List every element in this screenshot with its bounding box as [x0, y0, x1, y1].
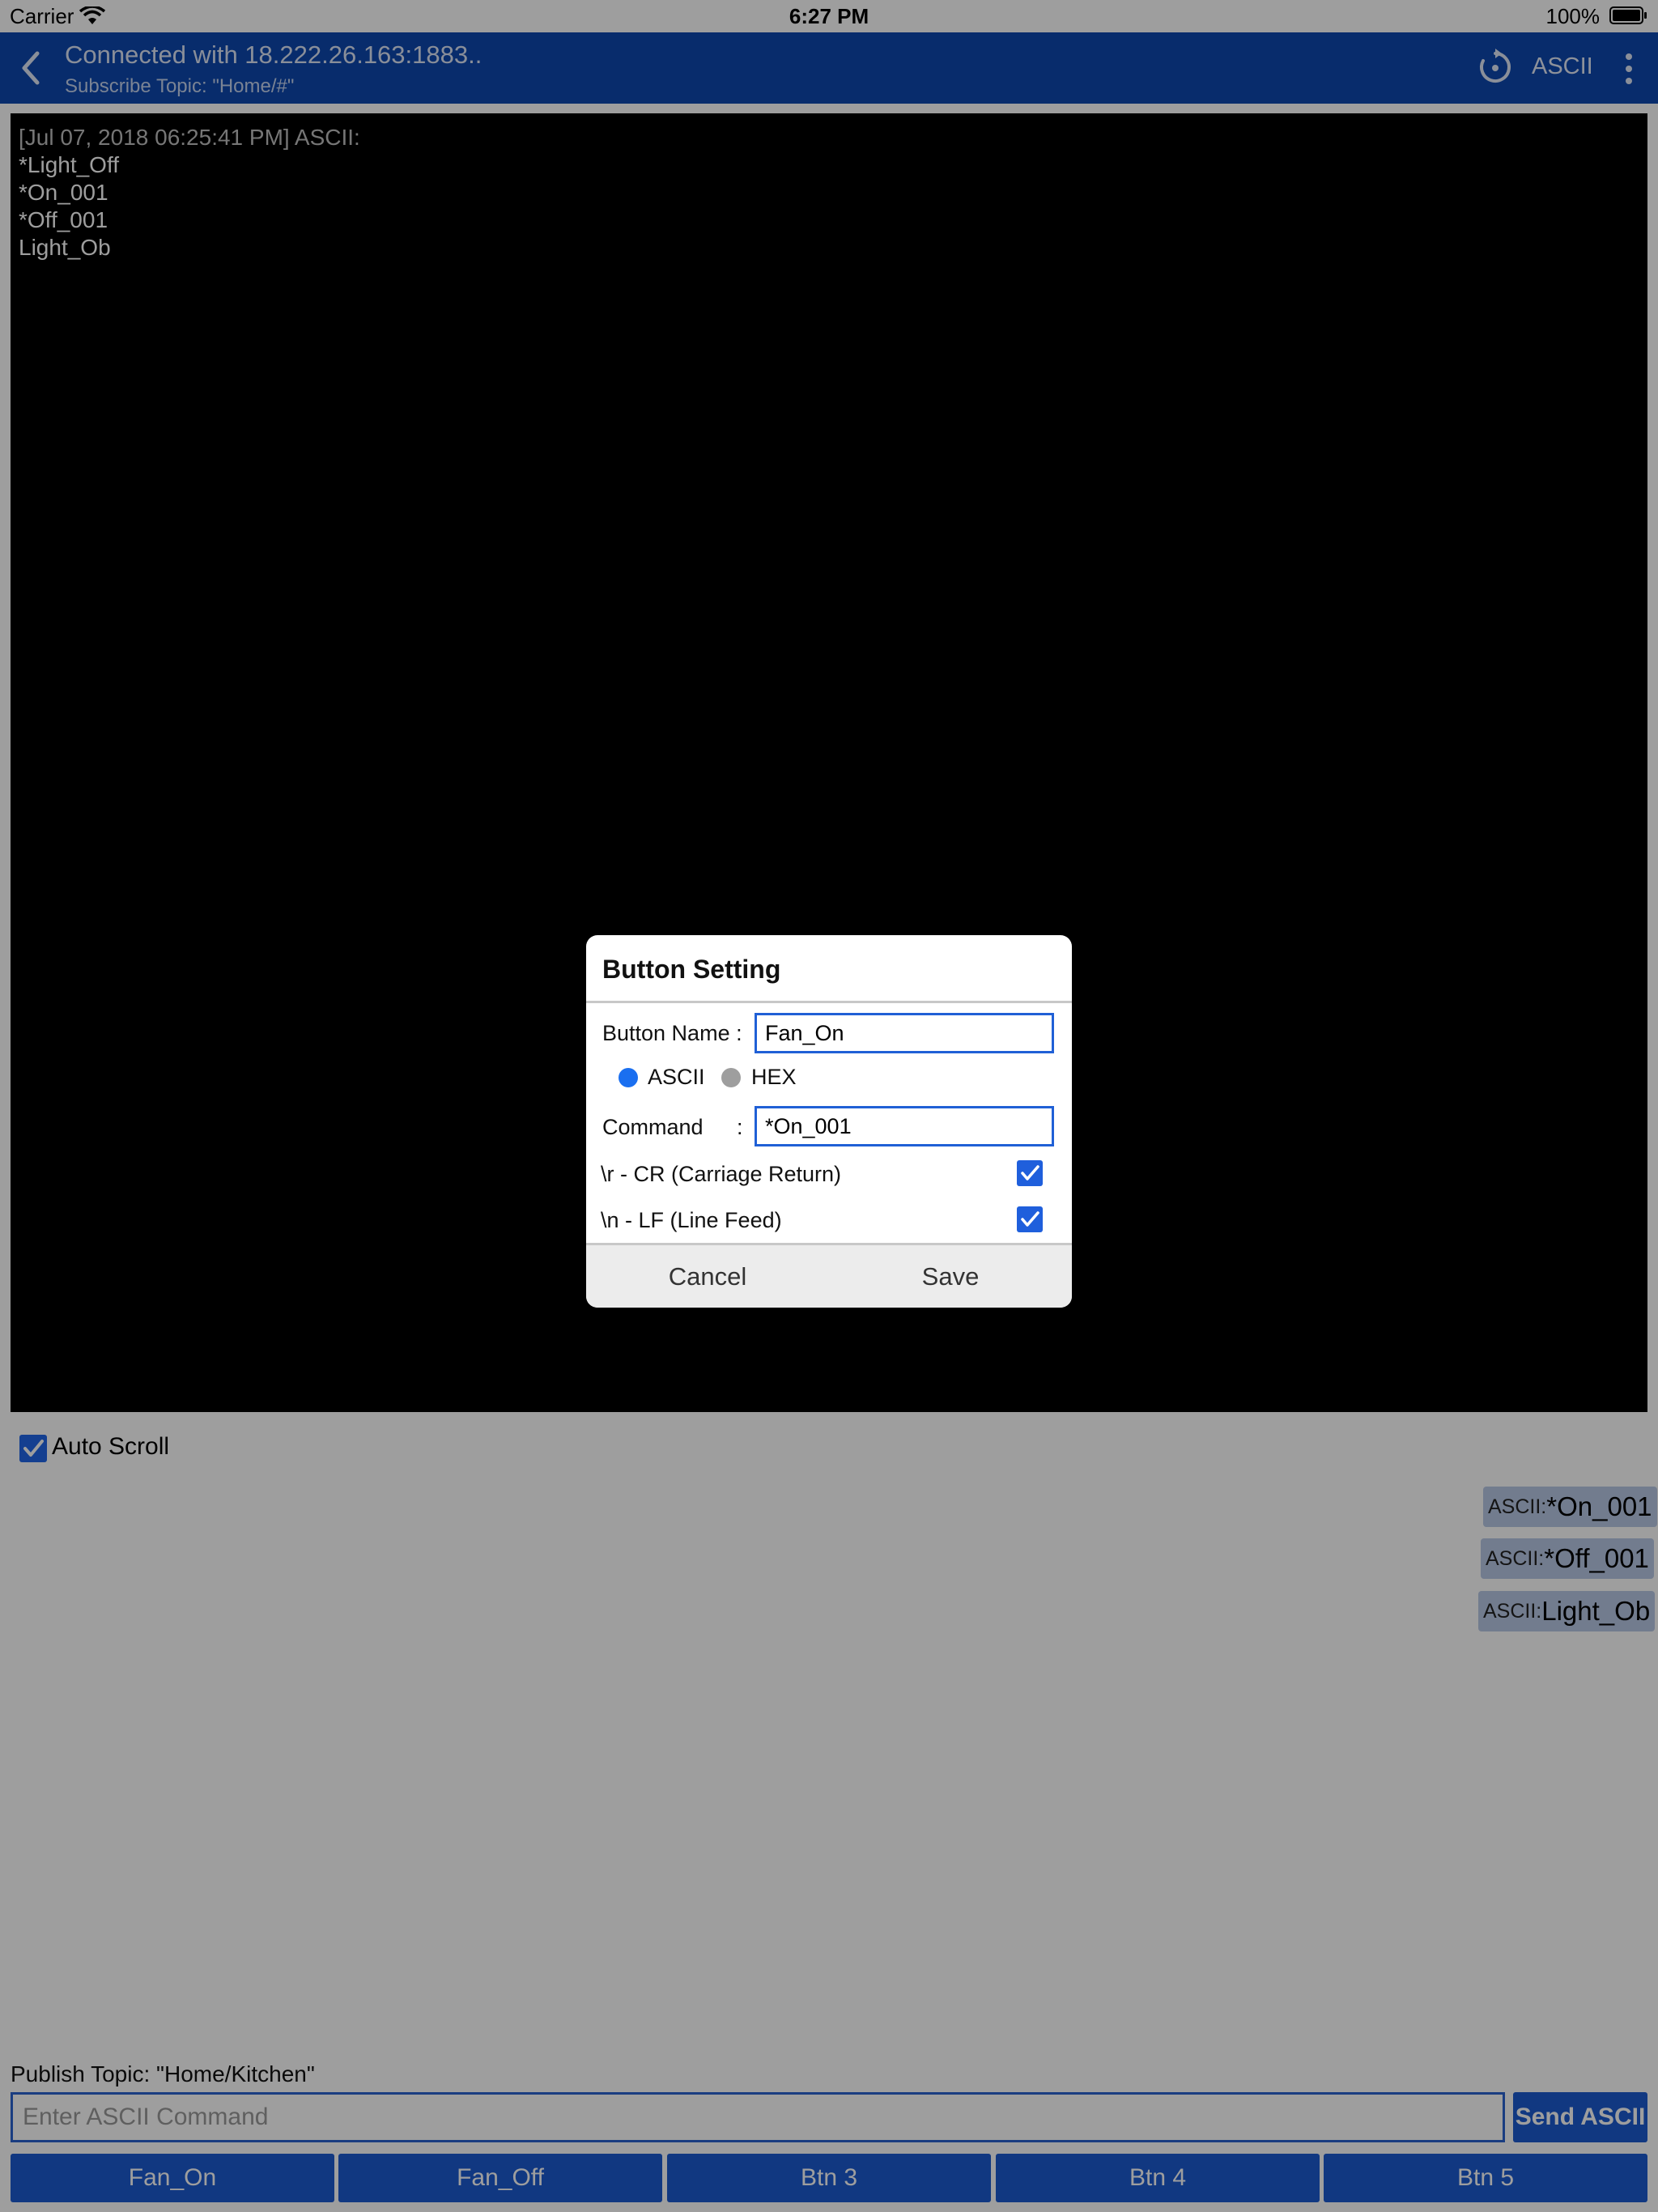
check-icon — [1021, 1165, 1039, 1180]
button-setting-dialog: Button Setting Button Name : ASCII HEX C… — [586, 935, 1072, 1308]
button-name-input[interactable] — [755, 1013, 1054, 1053]
lf-label: \n - LF (Line Feed) — [601, 1208, 782, 1232]
lf-checkbox[interactable] — [1017, 1206, 1043, 1232]
dialog-actions: Cancel Save — [586, 1243, 1072, 1308]
hex-option-label: HEX — [751, 1065, 797, 1089]
cr-label: \r - CR (Carriage Return) — [601, 1162, 842, 1186]
dialog-divider — [586, 1001, 1072, 1003]
cr-checkbox[interactable] — [1017, 1160, 1043, 1186]
button-name-label: Button Name : — [602, 1021, 742, 1045]
ascii-option-label: ASCII — [648, 1065, 705, 1089]
save-button[interactable]: Save — [829, 1245, 1072, 1308]
command-value-input[interactable] — [755, 1106, 1054, 1146]
command-colon: : — [737, 1115, 743, 1139]
check-icon — [1021, 1211, 1039, 1227]
ascii-radio[interactable] — [619, 1068, 638, 1087]
command-label: Command — [602, 1115, 704, 1139]
hex-radio[interactable] — [721, 1068, 741, 1087]
dialog-title: Button Setting — [602, 955, 781, 984]
cancel-button[interactable]: Cancel — [586, 1245, 829, 1308]
